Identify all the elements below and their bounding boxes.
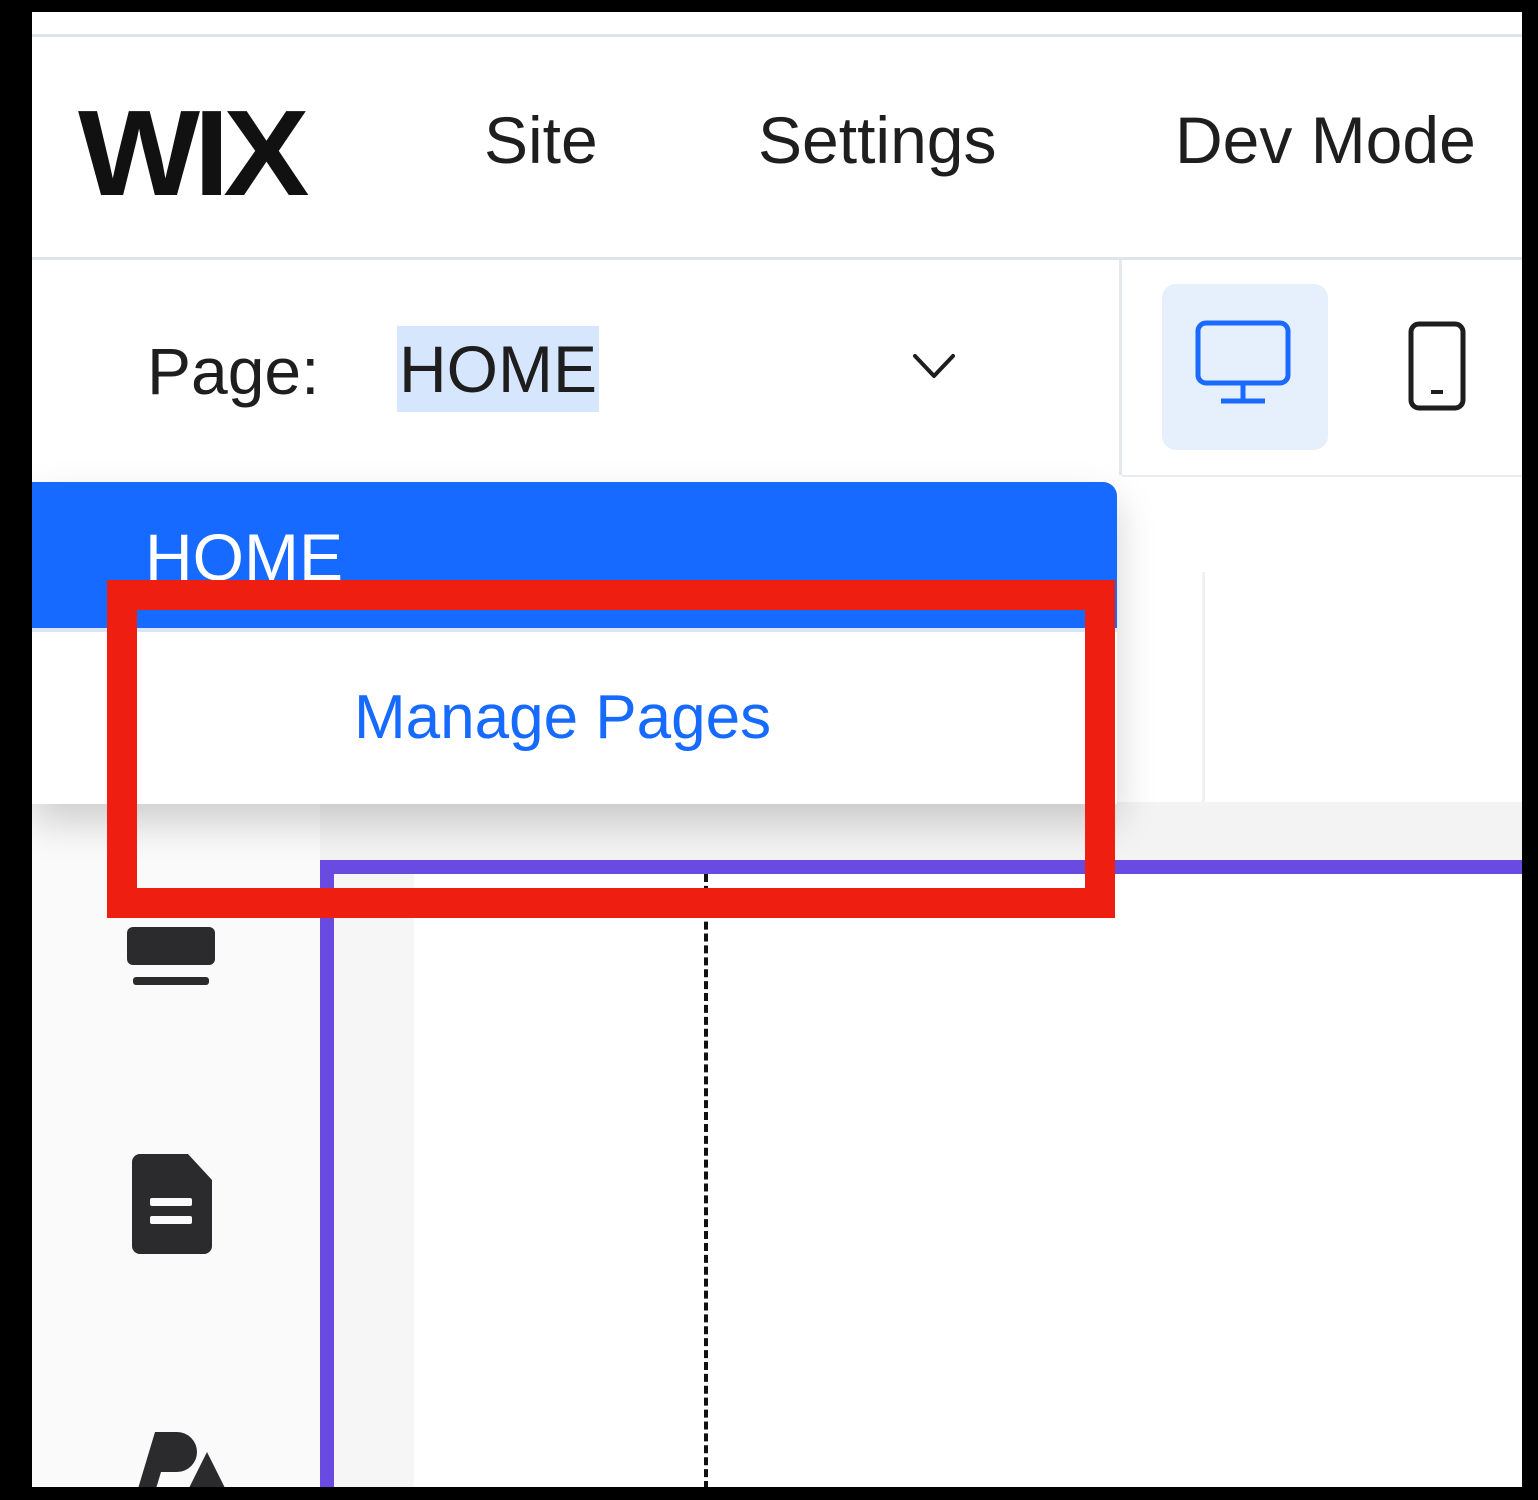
page-canvas[interactable] <box>320 860 1522 1487</box>
page-label: Page: <box>147 334 320 408</box>
menu-dev-mode[interactable]: Dev Mode <box>1175 107 1476 173</box>
menu-settings[interactable]: Settings <box>758 107 996 173</box>
canvas-gutter <box>334 874 414 1487</box>
page-dropdown-value[interactable]: HOME <box>397 326 599 412</box>
mobile-icon[interactable] <box>1407 320 1467 412</box>
top-bar: WIX Site Settings Dev Mode <box>32 37 1522 257</box>
page-selector-bar[interactable]: Page: HOME <box>32 260 1122 475</box>
desktop-icon <box>1195 320 1291 404</box>
grid-guide-line <box>704 874 708 1487</box>
annotation-highlight-box <box>107 580 1115 918</box>
desktop-view-button[interactable] <box>1162 284 1328 450</box>
chevron-down-icon[interactable] <box>912 352 956 380</box>
design-icon[interactable] <box>127 1422 237 1487</box>
wix-logo[interactable]: WIX <box>78 92 310 214</box>
device-switcher <box>1122 260 1522 477</box>
sections-icon[interactable] <box>127 927 217 992</box>
pages-icon[interactable] <box>132 1154 214 1256</box>
menu-site[interactable]: Site <box>484 107 598 173</box>
